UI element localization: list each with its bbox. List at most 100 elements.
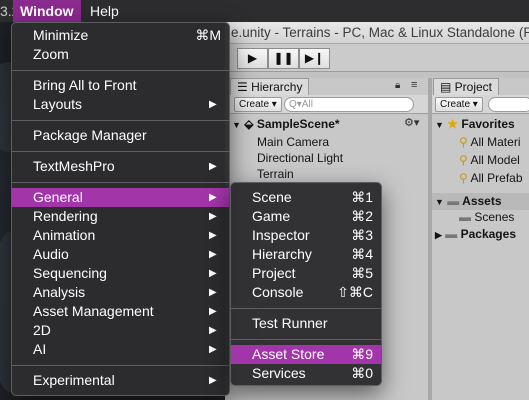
menu-item-shortcut: ⌘5 (351, 265, 373, 281)
menu-item-audio[interactable]: Audio ▶ (12, 245, 229, 264)
menubar-help[interactable]: Help (83, 0, 126, 22)
expand-triangle-icon[interactable]: ▼ (435, 117, 444, 133)
menu-item-sequencing[interactable]: Sequencing ▶ (12, 264, 229, 283)
hierarchy-item[interactable]: Directional Light (257, 150, 343, 166)
favorite-item-label: All Materi (470, 135, 521, 149)
favorites-row[interactable]: ▼ ★ Favorites (435, 116, 515, 133)
menu-item-shortcut: ⌘9 (351, 346, 373, 362)
submenu-arrow-icon: ▶ (209, 287, 217, 298)
favorite-item[interactable]: ⚲ All Model (459, 152, 520, 168)
scenes-folder-row[interactable]: ▬ Scenes (459, 209, 514, 225)
menu-item-package-manager[interactable]: Package Manager (12, 126, 229, 145)
submenu-arrow-icon: ▶ (209, 249, 217, 260)
submenu-arrow-icon: ▶ (209, 230, 217, 241)
collapse-triangle-icon[interactable]: ▶ (435, 227, 442, 243)
menu-item-rendering[interactable]: Rendering ▶ (12, 207, 229, 226)
menu-item-test-runner[interactable]: Test Runner (231, 314, 381, 333)
search-icon: ⚲ (459, 171, 468, 185)
menu-item-label: TextMeshPro (33, 158, 115, 174)
menu-item-minimize[interactable]: Minimize ⌘M (12, 26, 229, 45)
menu-item-label: Test Runner (252, 315, 328, 331)
expand-triangle-icon[interactable]: ▼ (435, 194, 444, 210)
favorite-item[interactable]: ⚲ All Prefab (459, 170, 523, 186)
menu-separator (12, 120, 229, 121)
hierarchy-search-input[interactable]: Q▾All (284, 97, 414, 112)
pause-button[interactable]: ❚❚ (268, 48, 299, 69)
panel-menu-icon[interactable]: ≡ (411, 79, 417, 91)
window-titlebar: e.unity - Terrains - PC, Mac & Linux Sta… (225, 22, 529, 44)
tab-hierarchy[interactable]: ☰ Hierarchy (230, 78, 310, 95)
lock-icon[interactable]: 🔒︎ (395, 80, 400, 91)
menu-item-console[interactable]: Console ⇧⌘C (231, 283, 381, 302)
menu-item-shortcut: ⇧⌘C (337, 284, 373, 300)
menu-item-game[interactable]: Game ⌘2 (231, 207, 381, 226)
menu-item-services[interactable]: Services ⌘0 (231, 364, 381, 383)
menu-item-shortcut: ⌘3 (351, 227, 373, 243)
step-button[interactable]: ▶❙ (299, 48, 330, 69)
menu-item-label: Analysis (33, 284, 86, 300)
menu-separator (231, 339, 381, 340)
menu-item-asset-management[interactable]: Asset Management ▶ (12, 302, 229, 321)
submenu-arrow-icon: ▶ (209, 375, 217, 386)
menu-item-textmeshpro[interactable]: TextMeshPro ▶ (12, 157, 229, 176)
submenu-arrow-icon: ▶ (209, 161, 217, 172)
menu-item-label: Animation (33, 227, 96, 243)
menu-item-label: Scene (252, 189, 292, 205)
menu-item-animation[interactable]: Animation ▶ (12, 226, 229, 245)
play-button[interactable]: ▶ (237, 48, 268, 69)
menu-item-2d[interactable]: 2D ▶ (12, 321, 229, 340)
unity-scene-icon: ⬙ (244, 117, 254, 131)
menu-item-layouts[interactable]: Layouts ▶ (12, 95, 229, 114)
menu-item-project[interactable]: Project ⌘5 (231, 264, 381, 283)
menu-separator (12, 70, 229, 71)
menu-item-ai[interactable]: AI ▶ (12, 340, 229, 359)
expand-triangle-icon[interactable]: ▼ (232, 117, 241, 133)
general-submenu: Scene ⌘1 Game ⌘2 Inspector ⌘3 Hierarchy … (230, 182, 382, 386)
menu-separator (12, 182, 229, 183)
menu-item-analysis[interactable]: Analysis ▶ (12, 283, 229, 302)
submenu-arrow-icon: ▶ (209, 344, 217, 355)
menu-item-label: Inspector (252, 227, 310, 243)
menu-bar: 3.2 Window Help (0, 0, 529, 22)
menu-item-label: Console (252, 284, 304, 300)
submenu-arrow-icon: ▶ (209, 211, 217, 222)
assets-row[interactable]: ▼ ▬ Assets (435, 193, 502, 210)
menu-item-label: Project (252, 265, 296, 281)
menubar-window[interactable]: Window (13, 0, 81, 22)
menu-item-experimental[interactable]: Experimental ▶ (12, 371, 229, 390)
editor-toolbar: ▶ ❚❚ ▶❙ (225, 44, 529, 72)
submenu-arrow-icon: ▶ (209, 325, 217, 336)
project-search-input[interactable] (488, 97, 529, 112)
submenu-arrow-icon: ▶ (209, 306, 217, 317)
star-icon: ★ (447, 117, 459, 131)
scene-row[interactable]: ▼ ⬙ SampleScene* (232, 116, 340, 133)
project-toolbar: Create ▾ (432, 95, 529, 114)
tab-project[interactable]: ▤ Project (433, 78, 500, 95)
menu-item-label: General (33, 189, 83, 205)
menu-item-label: Minimize (33, 27, 89, 43)
menu-item-label: Audio (33, 246, 69, 262)
scene-options-icon[interactable]: ⚙︎▾ (404, 116, 419, 129)
hierarchy-item[interactable]: Main Camera (257, 134, 329, 150)
menu-item-inspector[interactable]: Inspector ⌘3 (231, 226, 381, 245)
menu-item-scene[interactable]: Scene ⌘1 (231, 188, 381, 207)
hierarchy-icon: ☰ (237, 80, 252, 94)
favorites-label: Favorites (461, 117, 515, 131)
project-create-button[interactable]: Create ▾ (435, 97, 483, 112)
scene-name: SampleScene* (256, 117, 340, 131)
packages-row[interactable]: ▶ ▬ Packages (435, 226, 516, 243)
menu-item-general[interactable]: General ▶ (12, 188, 229, 207)
menu-item-asset-store[interactable]: Asset Store ⌘9 (231, 345, 381, 364)
menu-item-bring-all-to-front[interactable]: Bring All to Front (12, 76, 229, 95)
tab-hierarchy-label: Hierarchy (251, 80, 303, 94)
hierarchy-create-button[interactable]: Create ▾ (234, 97, 282, 112)
submenu-arrow-icon: ▶ (209, 192, 217, 203)
menu-item-hierarchy[interactable]: Hierarchy ⌘4 (231, 245, 381, 264)
menu-item-label: Game (252, 208, 291, 224)
menu-item-zoom[interactable]: Zoom (12, 45, 229, 64)
favorite-item[interactable]: ⚲ All Materi (459, 134, 520, 150)
assets-label: Assets (462, 194, 502, 208)
hierarchy-item[interactable]: Terrain (257, 166, 294, 182)
tab-project-label: Project (454, 80, 493, 94)
menu-item-label: Services (252, 365, 306, 381)
